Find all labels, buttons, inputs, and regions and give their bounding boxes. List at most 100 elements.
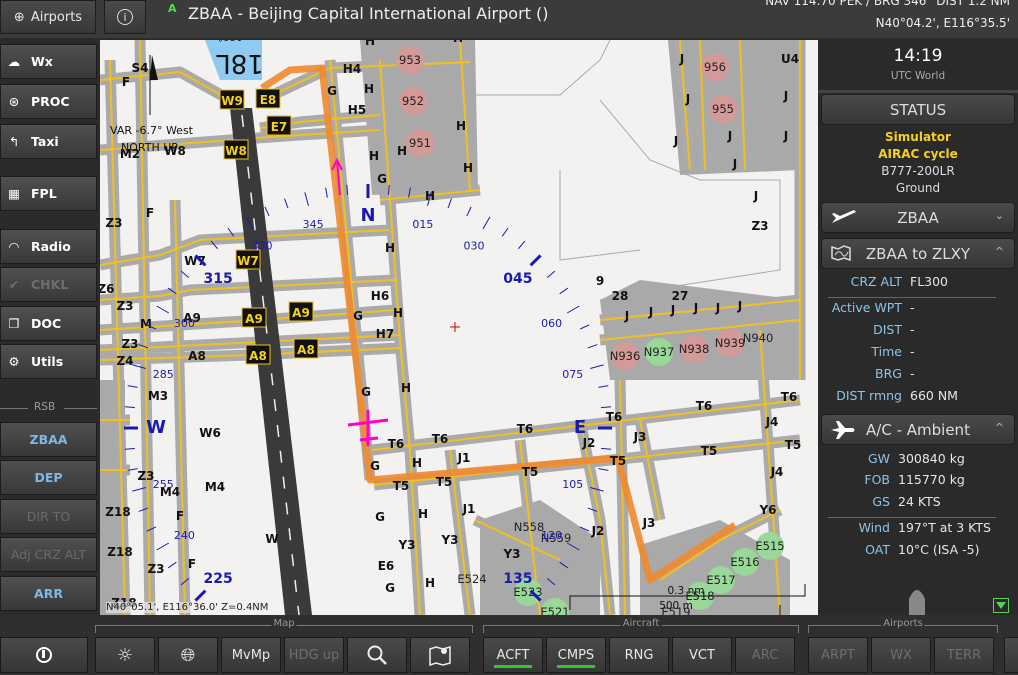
right-panel: 14:19 UTC World STATUS Simulator AIRAC c…	[818, 40, 1018, 615]
compass-label: E	[574, 417, 586, 438]
hdg-up-button[interactable]: HDG up	[284, 637, 344, 673]
taxiway-label: Y3	[440, 533, 458, 547]
search-button[interactable]	[347, 637, 407, 673]
compass-tick	[587, 344, 598, 349]
compass-tick	[579, 324, 590, 330]
acft-button[interactable]: ACFT	[483, 637, 543, 673]
taxiway-label: H	[412, 456, 422, 470]
compass-label: 330	[252, 239, 273, 252]
mvmp-button[interactable]: MvMp	[221, 637, 281, 673]
menu-chkl-button[interactable]: ✔ CHKL	[0, 267, 97, 302]
taxiway-label: H	[385, 241, 395, 255]
compass-label: 285	[153, 368, 174, 381]
taxiway-sign: A8	[293, 338, 319, 359]
compass-tick	[598, 468, 609, 471]
arc-button[interactable]: ARC	[735, 637, 795, 673]
brightness-button[interactable]: ☼	[95, 637, 155, 673]
compass-label: 240	[174, 529, 195, 542]
info-row: DIST -	[873, 322, 915, 337]
rsb-dir-to-button[interactable]: DIR TO	[0, 499, 97, 534]
cmps-button[interactable]: CMPS	[546, 637, 606, 673]
stand-label: E524	[457, 572, 486, 586]
status-header[interactable]: STATUS	[821, 94, 1015, 125]
taxiway-label: T6	[606, 410, 623, 424]
taxiway-label: T5	[701, 444, 718, 458]
info-button[interactable]: i	[104, 0, 146, 34]
info-row: OAT 10°C (ISA -5)	[865, 542, 980, 557]
taxiway-label: 28	[612, 289, 629, 303]
taxiway-label: H5	[348, 103, 366, 117]
taxiway-sign: W8	[223, 139, 249, 160]
runway-heading-label: 180°	[218, 40, 242, 42]
wx-button[interactable]: WX	[871, 637, 931, 673]
airport-map[interactable]: 18L180°953952951956955N936N937N938N939N9…	[100, 40, 818, 615]
map-canvas[interactable]: 18L180°953952951956955N936N937N938N939N9…	[100, 40, 818, 615]
taxiway-label: Z18	[107, 545, 132, 559]
taxiway-label: H	[456, 119, 466, 133]
taxiway-label: J2	[582, 436, 596, 450]
menu-radio-button[interactable]: ◠ Radio	[0, 229, 97, 264]
taxiway-label: Y3	[502, 547, 520, 561]
terr-button[interactable]: TERR	[934, 637, 994, 673]
taxiway-label: H	[364, 82, 374, 96]
airports-button[interactable]: ⊕ Airports	[0, 0, 96, 34]
taxiway-label: 27	[672, 289, 689, 303]
info-row: DIST rmng 660 NM	[836, 388, 958, 403]
menu-utils-button[interactable]: ⚙ Utils	[0, 344, 97, 379]
globe-button[interactable]: 🌐︎	[158, 637, 218, 673]
taxiway-label: J	[648, 305, 653, 319]
taxiway-label: J	[737, 299, 742, 313]
menu-wx-button[interactable]: ☁ Wx	[0, 44, 97, 79]
taxiway-label: J2	[591, 524, 605, 538]
taxiway-label: T5	[610, 454, 627, 468]
info-row: Wind 197°T at 3 KTS	[858, 520, 991, 535]
taxiway-label: E6	[378, 559, 395, 573]
menu-proc-button[interactable]: ⊛ PROC	[0, 84, 97, 119]
compass-tick	[518, 240, 526, 250]
taxiway-label: U4	[781, 52, 799, 66]
rsb-dep-button[interactable]: DEP	[0, 460, 97, 495]
taxiway-label: Z3	[116, 299, 133, 313]
map-icon	[831, 245, 851, 262]
airport-header[interactable]: ZBAA ⌄	[821, 202, 1015, 233]
power-button[interactable]	[0, 637, 88, 673]
expand-button[interactable]	[993, 598, 1009, 613]
runway-label: 18L	[216, 48, 264, 78]
compass-tick	[601, 406, 612, 409]
taxiway-label: H6	[371, 289, 389, 303]
taxiway-label: T5	[436, 475, 453, 489]
status-aircraft: B777-200LR	[881, 164, 955, 178]
chevron-up-icon: ^	[994, 245, 1004, 258]
group-aircraft: Aircraft	[483, 618, 799, 633]
status-phase: Ground	[895, 181, 941, 195]
taxiway-label: J1	[457, 451, 471, 465]
compass-tick	[167, 561, 177, 569]
sign-label: E7	[271, 120, 288, 134]
group-map: Map	[95, 618, 473, 633]
taxiway-sign: W9	[219, 89, 245, 110]
stand-label: E516	[730, 555, 759, 569]
info-row: CRZ ALT FL300	[850, 274, 949, 289]
menu-doc-button[interactable]: ❐ DOC	[0, 306, 97, 341]
position-readout: N40°04.2', E116°35.5'	[875, 16, 1010, 30]
taxiway-sign: A9	[241, 307, 267, 328]
taxiway-label: T6	[696, 399, 713, 413]
taxiway-label: Z3	[751, 219, 768, 233]
power-icon	[36, 647, 52, 663]
map-readout: N40°05.1', E116°36.0' Z=0.4NM	[106, 602, 269, 613]
taxiway-label: H	[453, 40, 463, 45]
vct-button[interactable]: VCT	[672, 637, 732, 673]
route-header[interactable]: ZBAA to ZLXY ^	[821, 238, 1015, 269]
map-layers-button[interactable]	[410, 637, 470, 673]
rng-button[interactable]: RNG	[609, 637, 669, 673]
more-button[interactable]	[1004, 637, 1018, 673]
ac-ambient-header[interactable]: A/C - Ambient ^	[821, 414, 1015, 445]
taxiway-sign: E7	[266, 115, 292, 136]
menu-fpl-button[interactable]: ▦ FPL	[0, 176, 97, 211]
rsb-adj-crz-alt-button[interactable]: Adj CRZ ALT	[0, 537, 97, 572]
arpt-button[interactable]: ARPT	[808, 637, 868, 673]
stand-label: 951	[409, 136, 431, 150]
rsb-zbaa-button[interactable]: ZBAA	[0, 422, 97, 457]
rsb-arr-button[interactable]: ARR	[0, 576, 97, 611]
menu-taxi-button[interactable]: ↰ Taxi	[0, 124, 97, 159]
